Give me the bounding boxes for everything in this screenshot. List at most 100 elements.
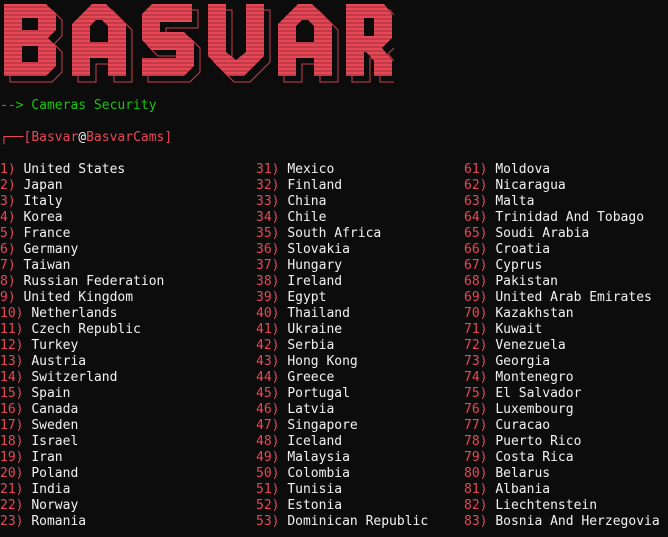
country-number: 15) xyxy=(0,386,24,401)
country-list-item: 18) Israel xyxy=(0,434,164,450)
country-number: 68) xyxy=(464,274,488,289)
country-name: Soudi Arabia xyxy=(495,226,590,241)
country-list-item: 76) Luxembourg xyxy=(464,402,660,418)
country-number: 79) xyxy=(464,450,488,465)
country-name: Ireland xyxy=(287,274,343,289)
country-name: Serbia xyxy=(287,338,335,353)
country-list-item: 41) Ukraine xyxy=(256,322,428,338)
country-number: 52) xyxy=(256,498,280,513)
country-number: 70) xyxy=(464,306,488,321)
country-number: 13) xyxy=(0,354,24,369)
country-list-item: 13) Austria xyxy=(0,354,164,370)
country-number: 21) xyxy=(0,482,24,497)
country-list-item: 39) Egypt xyxy=(256,290,428,306)
country-number: 19) xyxy=(0,450,24,465)
country-list-item: 35) South Africa xyxy=(256,226,428,242)
country-name: Iran xyxy=(31,450,63,465)
country-number: 7) xyxy=(0,258,16,273)
country-name: Portugal xyxy=(287,386,350,401)
country-number: 11) xyxy=(0,322,24,337)
country-list-item: 64) Trinidad And Tobago xyxy=(464,210,660,226)
country-name: Belarus xyxy=(495,466,551,481)
country-name: Slovakia xyxy=(287,242,350,257)
country-list-item: 67) Cyprus xyxy=(464,258,660,274)
country-name: United Kingdom xyxy=(23,290,134,305)
country-name: France xyxy=(23,226,71,241)
country-number: 23) xyxy=(0,514,24,529)
country-list-item: 2) Japan xyxy=(0,178,164,194)
country-number: 50) xyxy=(256,466,280,481)
country-number: 9) xyxy=(0,290,16,305)
country-list-item: 62) Nicaragua xyxy=(464,178,660,194)
country-list-item: 15) Spain xyxy=(0,386,164,402)
country-number: 38) xyxy=(256,274,280,289)
country-list-item: 79) Costa Rica xyxy=(464,450,660,466)
country-name: Albania xyxy=(495,482,551,497)
country-list-item: 82) Liechtenstein xyxy=(464,498,660,514)
country-number: 67) xyxy=(464,258,488,273)
country-name: Liechtenstein xyxy=(495,498,598,513)
country-name: Romania xyxy=(31,514,87,529)
country-list-item: 50) Colombia xyxy=(256,466,428,482)
country-list-item: 42) Serbia xyxy=(256,338,428,354)
country-name: Italy xyxy=(23,194,63,209)
country-list-item: 49) Malaysia xyxy=(256,450,428,466)
country-number: 64) xyxy=(464,210,488,225)
country-list-item: 12) Turkey xyxy=(0,338,164,354)
country-list-item: 38) Ireland xyxy=(256,274,428,290)
country-number: 65) xyxy=(464,226,488,241)
country-number: 48) xyxy=(256,434,280,449)
country-list-item: 36) Slovakia xyxy=(256,242,428,258)
country-name: Czech Republic xyxy=(31,322,141,337)
country-list-item: 45) Portugal xyxy=(256,386,428,402)
country-list-item: 61) Moldova xyxy=(464,162,660,178)
country-list-item: 19) Iran xyxy=(0,450,164,466)
country-number: 53) xyxy=(256,514,280,529)
prompt-user: Basvar xyxy=(31,130,79,145)
country-list-item: 71) Kuwait xyxy=(464,322,660,338)
country-name: Turkey xyxy=(31,338,79,353)
country-name: Croatia xyxy=(495,242,551,257)
prompt-at: @ xyxy=(78,130,87,145)
country-number: 41) xyxy=(256,322,280,337)
country-number: 62) xyxy=(464,178,488,193)
country-number: 73) xyxy=(464,354,488,369)
country-name: Taiwan xyxy=(23,258,71,273)
country-list-item: 65) Soudi Arabia xyxy=(464,226,660,242)
country-list-item: 5) France xyxy=(0,226,164,242)
country-name: Nicaragua xyxy=(495,178,566,193)
country-number: 61) xyxy=(464,162,488,177)
country-list-item: 83) Bosnia And Herzegovia xyxy=(464,514,660,530)
country-name: Russian Federation xyxy=(23,274,165,289)
country-list-item: 73) Georgia xyxy=(464,354,660,370)
country-number: 18) xyxy=(0,434,24,449)
country-number: 72) xyxy=(464,338,488,353)
country-number: 81) xyxy=(464,482,488,497)
country-list-item: 74) Montenegro xyxy=(464,370,660,386)
country-list-item: 17) Sweden xyxy=(0,418,164,434)
country-name: Kazakhstan xyxy=(495,306,574,321)
country-name: Hungary xyxy=(287,258,343,273)
country-list-item: 53) Dominican Republic xyxy=(256,514,428,530)
country-name: Singapore xyxy=(287,418,358,433)
country-number: 47) xyxy=(256,418,280,433)
country-number: 2) xyxy=(0,178,16,193)
country-list-item: 51) Tunisia xyxy=(256,482,428,498)
country-name: Poland xyxy=(31,466,79,481)
country-list-item: 3) Italy xyxy=(0,194,164,210)
country-list-item: 70) Kazakhstan xyxy=(464,306,660,322)
country-list-item: 16) Canada xyxy=(0,402,164,418)
country-name: United Arab Emirates xyxy=(495,290,652,305)
country-list-item: 47) Singapore xyxy=(256,418,428,434)
country-list-item: 23) Romania xyxy=(0,514,164,530)
country-list-item: 78) Puerto Rico xyxy=(464,434,660,450)
country-number: 14) xyxy=(0,370,24,385)
country-list-item: 1) United States xyxy=(0,162,164,178)
country-number: 69) xyxy=(464,290,488,305)
country-name: United States xyxy=(23,162,126,177)
country-name: Pakistan xyxy=(495,274,558,289)
country-number: 83) xyxy=(464,514,488,529)
prompt-suffix: ] xyxy=(164,130,173,145)
country-number: 6) xyxy=(0,242,16,257)
country-name: Cyprus xyxy=(495,258,543,273)
